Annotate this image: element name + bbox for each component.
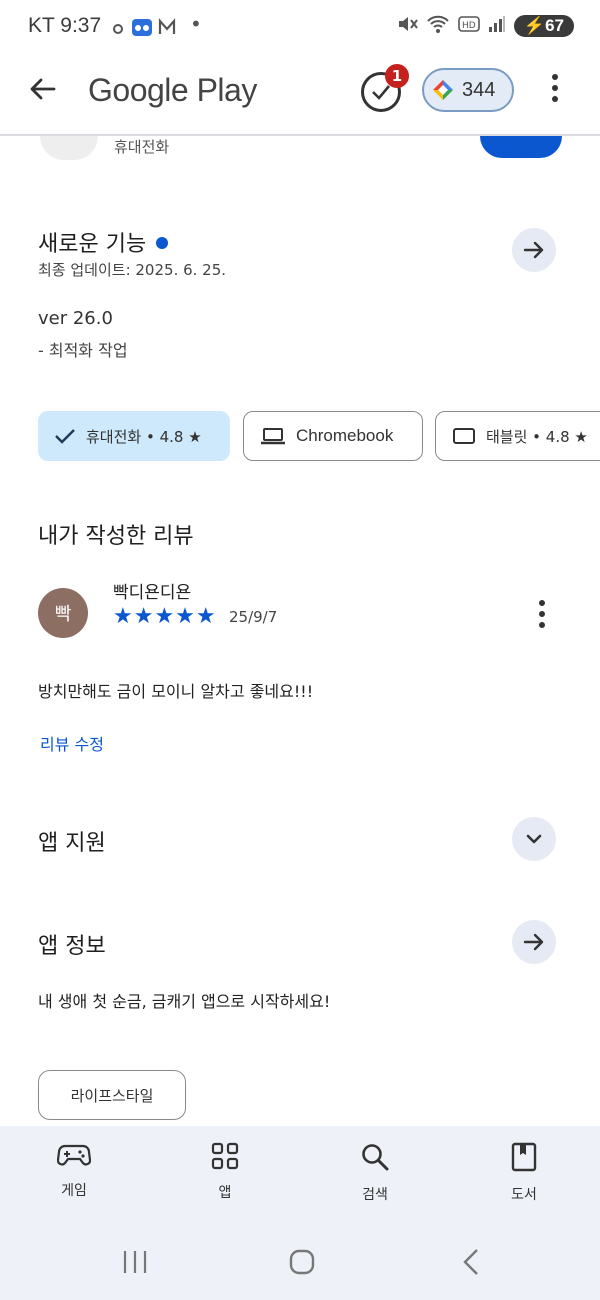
app-bar-title: Google Play — [88, 72, 257, 108]
search-icon — [362, 1144, 389, 1171]
svg-text:HD: HD — [462, 21, 476, 31]
bottom-navigation: 게임 앱 검색 도서 — [0, 1126, 600, 1230]
category-chip[interactable]: 라이프스타일 — [38, 1070, 186, 1120]
nav-games-label: 게임 — [61, 1183, 87, 1199]
recent-apps-icon[interactable] — [122, 1248, 148, 1280]
book-icon — [511, 1142, 537, 1172]
chevron-down-icon — [526, 834, 542, 844]
nav-games[interactable]: 게임 — [24, 1142, 124, 1200]
play-points-icon — [433, 80, 453, 100]
home-icon[interactable] — [288, 1248, 316, 1280]
tablet-icon — [453, 428, 475, 444]
device-chip-tablet[interactable]: 태블릿 • 4.8 ★ — [435, 411, 600, 461]
hd-icon: HD — [458, 15, 480, 37]
release-notes: - 최적화 작업 — [38, 341, 128, 360]
app-info-title: 앱 정보 — [38, 934, 106, 959]
new-dot — [156, 237, 169, 249]
battery-indicator: ⚡67 — [513, 15, 574, 37]
review-author: 빡디욘디욘 — [113, 583, 192, 603]
nav-search[interactable]: 검색 — [325, 1142, 425, 1204]
nav-books[interactable]: 도서 — [474, 1142, 574, 1204]
app-bar: Google Play 1 344 — [0, 54, 600, 136]
apps-grid-icon — [211, 1142, 239, 1170]
laptop-icon — [261, 428, 285, 445]
gamepad-icon — [57, 1144, 91, 1166]
signal-icon — [488, 15, 506, 37]
edit-review-link[interactable]: 리뷰 수정 — [40, 731, 104, 755]
check-icon — [55, 429, 75, 444]
notification-badge: 1 — [385, 64, 409, 88]
device-chip-phone-label: 휴대전화 • 4.8 ★ — [86, 427, 202, 446]
app-info-arrow-button[interactable] — [512, 920, 556, 964]
device-chip-tablet-label: 태블릿 • 4.8 ★ — [486, 427, 588, 446]
whats-new-arrow-button[interactable] — [512, 228, 556, 272]
device-chip-chromebook-label: Chromebook — [296, 426, 394, 445]
arrow-right-icon — [523, 241, 544, 259]
app-support-title: 앱 지원 — [38, 831, 106, 856]
battery-level: 67 — [545, 16, 564, 35]
avatar: 빡 — [38, 588, 88, 638]
version-text: ver 26.0 — [38, 308, 113, 329]
play-points-button[interactable]: 344 — [422, 68, 514, 112]
my-review-title: 내가 작성한 리뷰 — [38, 524, 194, 549]
device-icon-peek — [40, 136, 98, 160]
review-text: 방치만해도 금이 모이니 알차고 좋네요!!! — [38, 682, 314, 701]
back-arrow-icon[interactable] — [28, 74, 58, 112]
nav-books-label: 도서 — [511, 1187, 537, 1203]
device-label-peek: 휴대전화 — [114, 138, 170, 156]
status-right-group: HD ⚡67 — [396, 14, 574, 38]
app-support-expand-button[interactable] — [512, 817, 556, 861]
review-stars: ★★★★★ — [113, 604, 217, 629]
review-date: 25/9/7 — [229, 608, 278, 626]
status-notification-icons — [112, 16, 182, 42]
nav-apps-label: 앱 — [218, 1185, 232, 1201]
arrow-right-icon — [523, 933, 544, 951]
install-button-peek[interactable] — [480, 136, 562, 158]
app-info-description: 내 생애 첫 순금, 금캐기 앱으로 시작하세요! — [38, 992, 331, 1011]
whats-new-title: 새로운 기능 — [38, 232, 147, 257]
status-bar: KT 9:37 • HD ⚡67 — [0, 0, 600, 54]
notif-dot: • — [190, 12, 202, 36]
back-nav-icon[interactable] — [460, 1248, 482, 1280]
nav-apps[interactable]: 앱 — [175, 1142, 275, 1202]
more-options-icon[interactable] — [549, 74, 561, 102]
nav-search-label: 검색 — [362, 1187, 388, 1203]
last-updated: 최종 업데이트: 2025. 6. 25. — [38, 261, 227, 279]
whats-new-header: 새로운 기능 — [38, 226, 169, 258]
system-navigation — [0, 1230, 600, 1300]
wifi-icon — [426, 14, 450, 38]
device-chip-chromebook[interactable]: Chromebook — [243, 411, 423, 461]
device-chip-phone[interactable]: 휴대전화 • 4.8 ★ — [38, 411, 230, 461]
review-more-options-icon[interactable] — [539, 600, 545, 628]
carrier-time: KT 9:37 — [28, 14, 102, 37]
play-points-value: 344 — [462, 78, 496, 101]
mute-icon — [396, 14, 418, 38]
